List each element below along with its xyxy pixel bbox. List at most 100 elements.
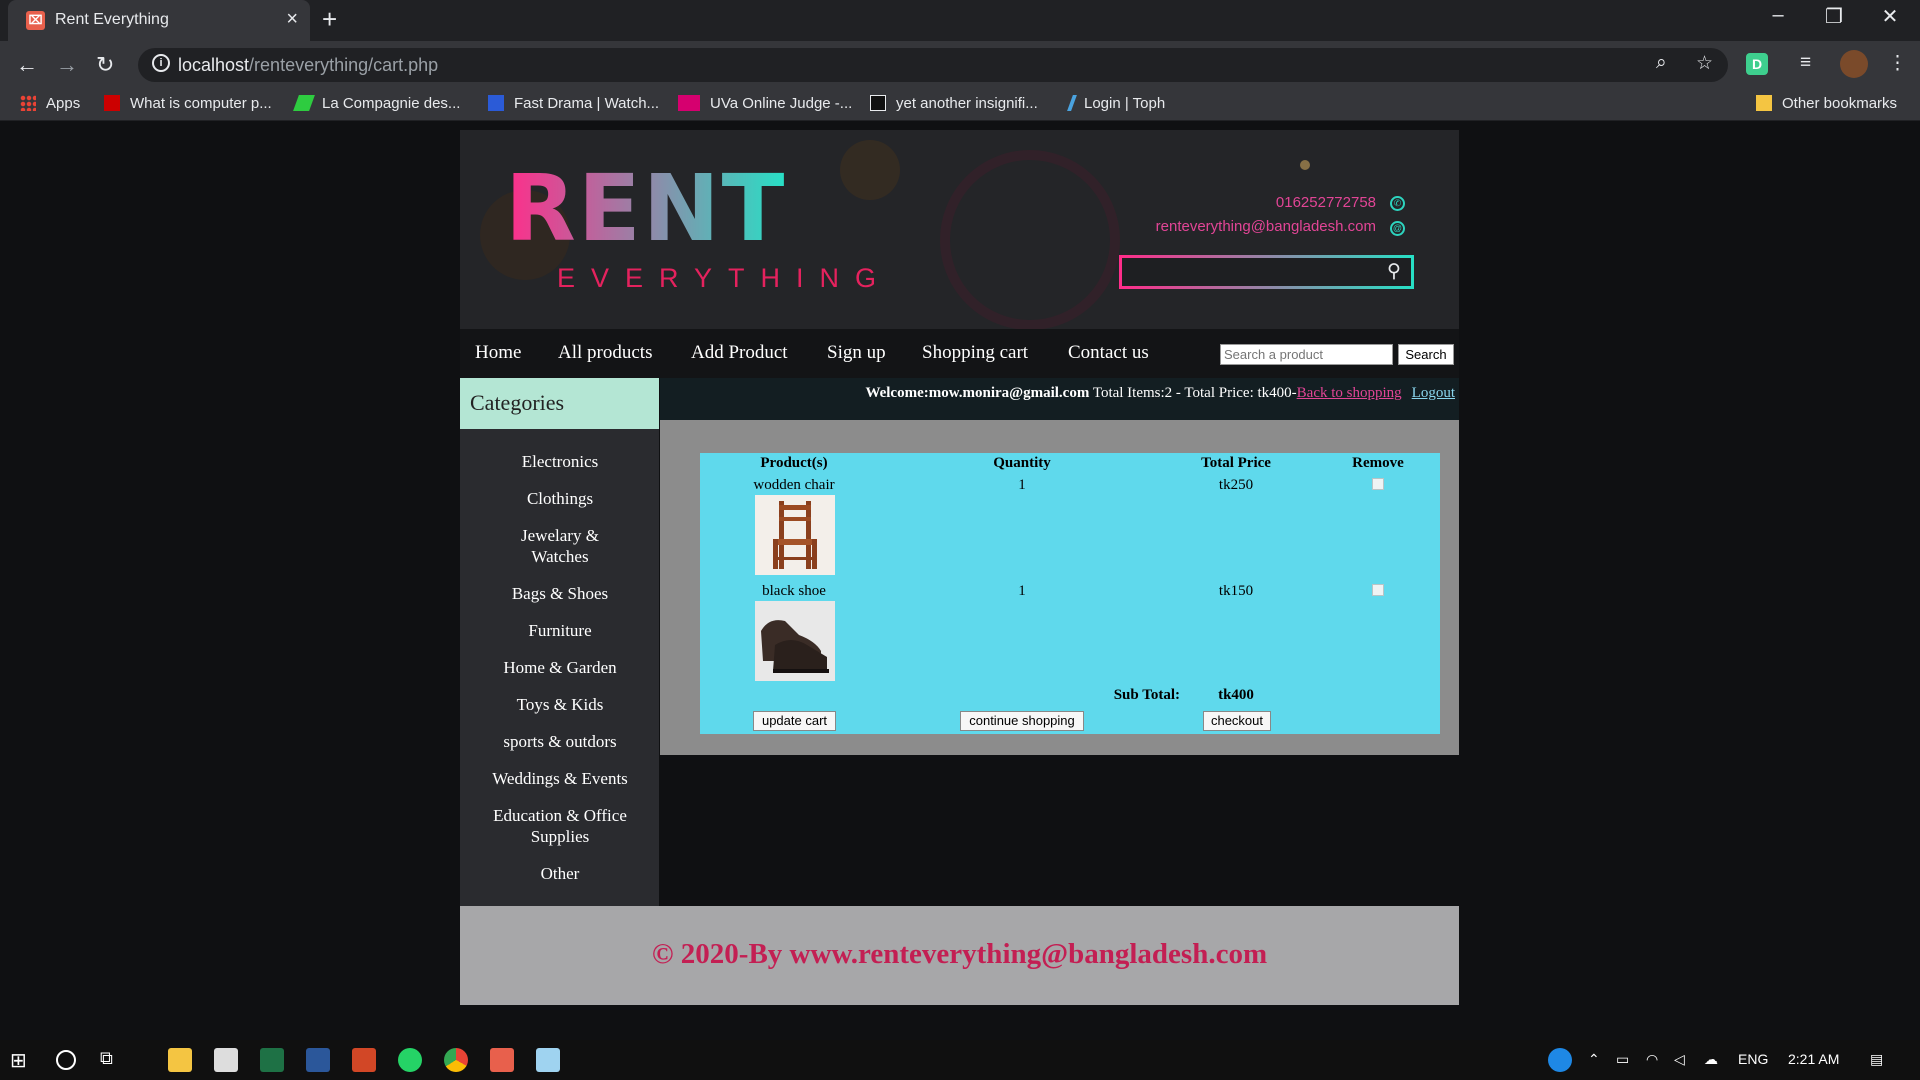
footer-copyright: © 2020-By www.renteverything@bangladesh.…: [651, 938, 1268, 970]
chair-icon: [773, 501, 817, 569]
category-electronics[interactable]: Electronics: [480, 451, 640, 472]
nav-all-products[interactable]: All products: [558, 342, 652, 364]
update-cart-button[interactable]: update cart: [753, 711, 836, 731]
battery-icon[interactable]: ▭: [1616, 1051, 1629, 1068]
search-button[interactable]: Search: [1398, 344, 1454, 365]
logo-everything: EVERYTHING: [557, 263, 893, 293]
store-icon[interactable]: [214, 1048, 238, 1072]
bookmark-item[interactable]: Login | Toph: [1067, 95, 1165, 112]
col-remove: Remove: [1352, 455, 1404, 471]
logout-link[interactable]: Logout: [1412, 385, 1455, 401]
header-decoration: [1300, 160, 1310, 170]
col-total-price: Total Price: [1201, 455, 1271, 471]
back-icon[interactable]: ←: [16, 52, 38, 78]
bookmark-item[interactable]: What is computer p...: [104, 95, 272, 112]
bookmark-item[interactable]: Fast Drama | Watch...: [488, 95, 659, 112]
category-home-garden[interactable]: Home & Garden: [480, 657, 640, 678]
menu-icon[interactable]: ⋮: [1888, 52, 1907, 75]
new-tab-icon[interactable]: +: [322, 4, 337, 35]
nav-contact-us[interactable]: Contact us: [1068, 342, 1149, 364]
minimize-icon[interactable]: –: [1750, 4, 1806, 27]
windows-start-icon[interactable]: ⊞: [10, 1048, 34, 1072]
cart-item-qty: 1: [1018, 583, 1026, 599]
header-search-input[interactable]: [1119, 255, 1414, 289]
whatsapp-taskbar-icon[interactable]: [398, 1048, 422, 1072]
tab-title: Rent Everything: [55, 11, 169, 28]
header-decoration: [840, 140, 900, 200]
bookmark-item[interactable]: yet another insignifi...: [870, 95, 1038, 112]
tray-chevron-icon[interactable]: ⌃: [1588, 1051, 1600, 1068]
category-weddings-events[interactable]: Weddings & Events: [480, 768, 640, 789]
app-icon[interactable]: [536, 1048, 560, 1072]
welcome-user: Welcome:mow.monira@gmail.com: [865, 385, 1090, 401]
category-furniture[interactable]: Furniture: [480, 620, 640, 641]
email-icon: @: [1390, 221, 1405, 236]
categories-title: Categories: [460, 378, 659, 429]
product-image-chair[interactable]: [755, 495, 835, 575]
remove-checkbox[interactable]: [1372, 478, 1384, 490]
col-quantity: Quantity: [993, 455, 1051, 471]
extension-icon[interactable]: D: [1746, 53, 1768, 75]
cortana-icon[interactable]: [56, 1050, 76, 1070]
zoom-icon[interactable]: ⌕: [1656, 52, 1667, 74]
checkout-button[interactable]: checkout: [1203, 711, 1271, 731]
category-other[interactable]: Other: [480, 863, 640, 884]
close-window-icon[interactable]: ✕: [1862, 4, 1918, 29]
other-bookmarks[interactable]: Other bookmarks: [1756, 95, 1897, 112]
category-sports-outdors[interactable]: sports & outdors: [480, 731, 640, 752]
help-icon[interactable]: [1548, 1048, 1572, 1072]
address-bar[interactable]: i localhost/renteverything/cart.php: [138, 48, 1728, 82]
cart-item-name: wodden chair: [753, 477, 835, 493]
bookmark-star-icon[interactable]: ☆: [1696, 52, 1713, 75]
file-explorer-icon[interactable]: [168, 1048, 192, 1072]
nav-sign-up[interactable]: Sign up: [827, 342, 886, 364]
word-icon[interactable]: [306, 1048, 330, 1072]
nav-home[interactable]: Home: [475, 342, 521, 364]
site-info-icon[interactable]: i: [152, 54, 170, 72]
volume-icon[interactable]: ◁: [1674, 1051, 1685, 1068]
restore-icon[interactable]: ❐: [1806, 4, 1862, 29]
notifications-icon[interactable]: ▤: [1870, 1051, 1883, 1068]
clock[interactable]: 2:21 AM: [1788, 1051, 1839, 1067]
browser-tab[interactable]: ⌧ Rent Everything ×: [8, 0, 310, 41]
language-indicator[interactable]: ENG: [1738, 1051, 1768, 1067]
media-control-icon[interactable]: ≡: [1800, 52, 1811, 74]
product-image-shoe[interactable]: [755, 601, 835, 681]
whatsapp-icon: ✆: [1390, 196, 1405, 211]
header-email: renteverything@bangladesh.com: [1155, 218, 1376, 235]
bookmark-item[interactable]: La Compagnie des...: [293, 95, 460, 112]
category-toys-kids[interactable]: Toys & Kids: [480, 694, 640, 715]
remove-checkbox[interactable]: [1372, 584, 1384, 596]
product-search-input[interactable]: [1220, 344, 1393, 365]
bookmark-item[interactable]: UVa Online Judge -...: [678, 95, 852, 112]
chrome-icon[interactable]: [444, 1048, 468, 1072]
category-bags-shoes[interactable]: Bags & Shoes: [480, 583, 640, 604]
bookmark-apps[interactable]: Apps: [20, 95, 80, 112]
apps-grid-icon: [20, 95, 36, 111]
profile-avatar[interactable]: [1840, 50, 1868, 78]
terminal-icon: [870, 95, 886, 111]
welcome-status: Welcome:mow.monira@gmail.com Total Items…: [660, 385, 1455, 402]
nav-add-product[interactable]: Add Product: [691, 342, 788, 364]
logo-rent[interactable]: RENT: [505, 163, 786, 255]
xampp-icon[interactable]: [490, 1048, 514, 1072]
excel-icon[interactable]: [260, 1048, 284, 1072]
bookmark-favicon-icon: [293, 95, 315, 111]
onedrive-icon[interactable]: ☁: [1704, 1051, 1718, 1068]
back-to-shopping-link[interactable]: Back to shopping: [1297, 385, 1402, 401]
wifi-icon[interactable]: ◠: [1646, 1051, 1658, 1068]
category-clothings[interactable]: Clothings: [480, 488, 640, 509]
nav-shopping-cart[interactable]: Shopping cart: [922, 342, 1028, 364]
task-view-icon[interactable]: ⧉: [100, 1048, 124, 1072]
category-jewelary-watches[interactable]: Jewelary & Watches: [480, 525, 640, 567]
continue-shopping-button[interactable]: continue shopping: [960, 711, 1084, 731]
cart-item-price: tk250: [1218, 477, 1254, 493]
category-education-office[interactable]: Education & Office Supplies: [480, 805, 640, 847]
forward-icon[interactable]: →: [56, 52, 78, 78]
close-tab-icon[interactable]: ×: [286, 8, 298, 31]
powerpoint-icon[interactable]: [352, 1048, 376, 1072]
header-decoration: [940, 150, 1120, 329]
reload-icon[interactable]: ↻: [96, 52, 114, 78]
search-icon[interactable]: ⚲: [1387, 260, 1401, 283]
windows-taskbar: [0, 1040, 1920, 1080]
